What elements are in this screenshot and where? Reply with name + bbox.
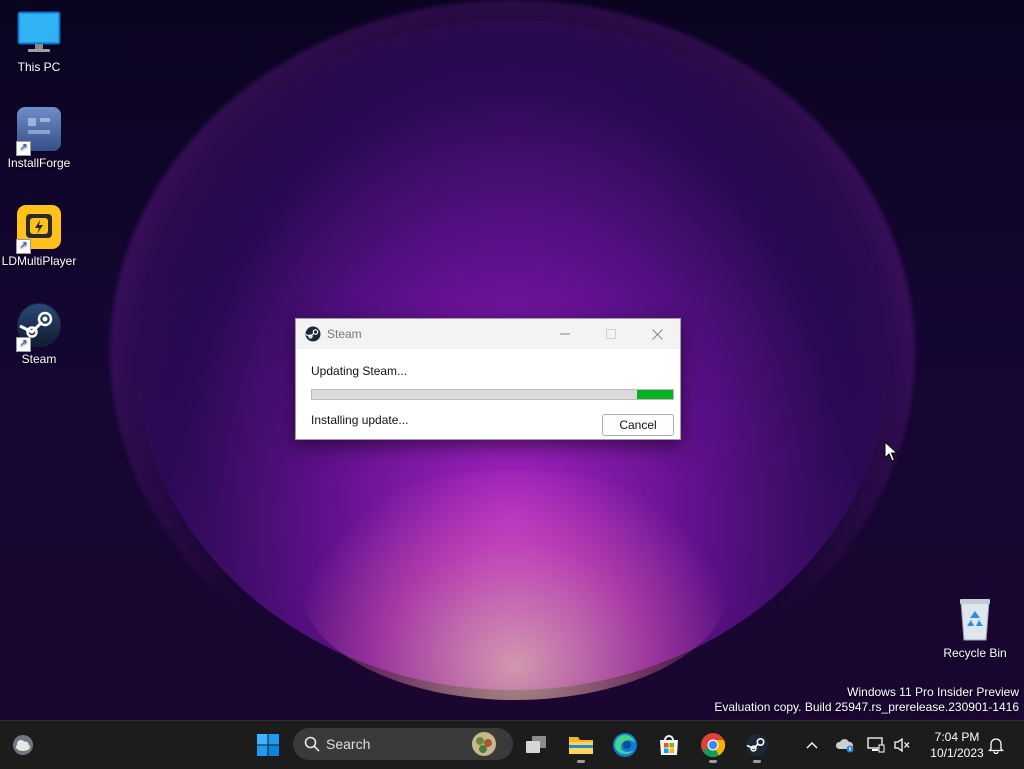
desktop-icon-recycle-bin[interactable]: Recycle Bin <box>935 596 1015 660</box>
watermark-build: Evaluation copy. Build 25947.rs_prerelea… <box>714 700 1019 714</box>
onedrive-tray-button[interactable] <box>832 721 858 769</box>
windows-logo-icon <box>257 734 279 756</box>
desktop-icon-label: This PC <box>17 60 61 74</box>
weather-cloud-icon <box>13 735 33 755</box>
installforge-icon: ↗ <box>16 106 62 156</box>
taskbar-search[interactable]: Search <box>293 728 513 760</box>
close-button[interactable] <box>634 319 680 349</box>
running-indicator <box>709 760 717 763</box>
dialog-titlebar[interactable]: Steam <box>296 319 680 349</box>
progress-fill <box>636 390 673 399</box>
install-status-text: Installing update... <box>311 413 409 427</box>
network-tray-button[interactable] <box>864 721 888 769</box>
desktop-icon-label: Steam <box>21 352 57 366</box>
edge-button[interactable] <box>605 725 645 765</box>
desktop-icon-label: Recycle Bin <box>943 646 1007 660</box>
close-icon <box>651 328 663 340</box>
onedrive-icon <box>835 739 854 753</box>
desktop-icon-ldmultiplayer[interactable]: ↗ LDMultiPlayer <box>0 204 79 268</box>
volume-tray-button[interactable] <box>890 721 914 769</box>
search-placeholder: Search <box>326 736 371 752</box>
start-button[interactable] <box>248 725 288 765</box>
shortcut-arrow-icon: ↗ <box>16 337 31 352</box>
update-progress-bar <box>311 389 674 400</box>
progress-track <box>312 390 637 399</box>
notifications-button[interactable] <box>984 721 1008 769</box>
microsoft-store-button[interactable] <box>649 725 689 765</box>
desktop: This PC ↗ InstallForge ↗ LDMultiPlayer ↗… <box>0 0 1024 720</box>
widgets-button[interactable] <box>3 725 43 765</box>
shortcut-arrow-icon: ↗ <box>16 239 31 254</box>
steam-icon <box>746 734 768 756</box>
taskbar: Search 7:04 PM 10/1/2023 <box>0 720 1024 769</box>
ldmultiplayer-icon: ↗ <box>16 204 62 254</box>
desktop-icon-label: LDMultiPlayer <box>1 254 77 268</box>
steam-icon <box>305 326 321 342</box>
maximize-icon <box>606 329 616 339</box>
steam-icon: ↗ <box>16 302 62 352</box>
mouse-cursor-icon <box>884 440 899 468</box>
steam-update-dialog: Steam Updating Steam... Installing updat… <box>295 318 681 440</box>
running-indicator <box>753 760 761 763</box>
edge-icon <box>613 733 637 757</box>
recycle-bin-icon <box>952 596 998 642</box>
windows-watermark: Windows 11 Pro Insider Preview Evaluatio… <box>714 685 1019 715</box>
show-hidden-icons-button[interactable] <box>800 721 824 769</box>
file-explorer-button[interactable] <box>561 725 601 765</box>
monitor-icon <box>16 10 62 56</box>
volume-muted-icon <box>894 737 910 753</box>
chevron-up-icon <box>806 742 818 749</box>
watermark-edition: Windows 11 Pro Insider Preview <box>847 685 1019 699</box>
task-view-button[interactable] <box>516 725 556 765</box>
minimize-button[interactable] <box>542 319 588 349</box>
cancel-button[interactable]: Cancel <box>602 414 674 436</box>
store-icon <box>660 735 678 755</box>
desktop-icon-this-pc[interactable]: This PC <box>0 10 79 74</box>
chrome-button[interactable] <box>693 725 733 765</box>
desktop-icon-label: InstallForge <box>7 156 71 170</box>
bell-icon <box>988 738 1004 754</box>
desktop-icon-steam[interactable]: ↗ Steam <box>0 302 79 366</box>
shortcut-arrow-icon: ↗ <box>16 141 31 156</box>
maximize-button <box>588 319 634 349</box>
minimize-icon <box>560 333 570 335</box>
folder-icon <box>569 737 593 754</box>
network-icon <box>867 737 885 753</box>
steam-taskbar-button[interactable] <box>737 725 777 765</box>
update-status-text: Updating Steam... <box>311 364 408 378</box>
search-icon <box>304 736 320 752</box>
wallpaper-glow <box>300 470 730 700</box>
desktop-icon-installforge[interactable]: ↗ InstallForge <box>0 106 79 170</box>
running-indicator <box>577 760 585 763</box>
search-highlight-icon <box>472 732 496 756</box>
task-view-icon <box>526 736 546 753</box>
chrome-icon <box>701 733 726 758</box>
dialog-title: Steam <box>327 327 362 341</box>
